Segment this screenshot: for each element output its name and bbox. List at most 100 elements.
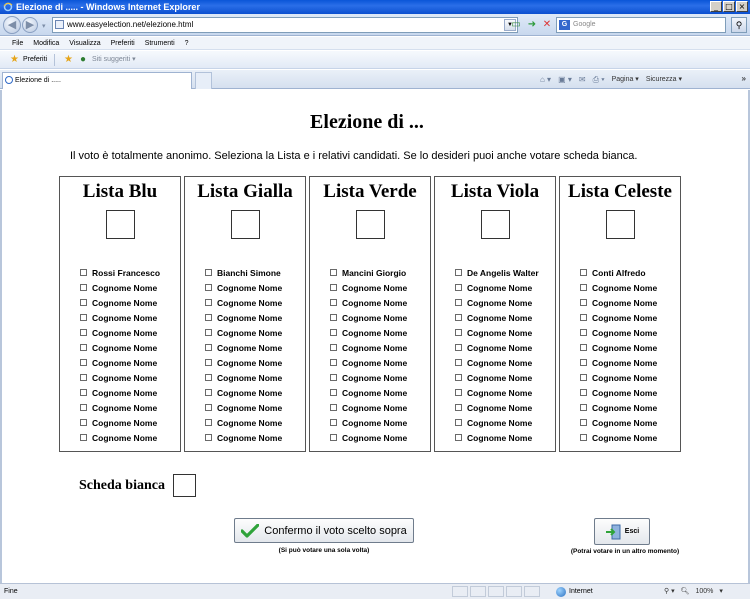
url-field[interactable]: www.easyelection.net/elezione.html ▼ — [52, 17, 518, 33]
candidate-checkbox[interactable] — [205, 269, 212, 276]
add-favorite-icon[interactable]: ★ — [64, 54, 73, 66]
candidate-item[interactable]: Rossi Francesco — [80, 265, 160, 280]
blank-ballot-checkbox[interactable] — [173, 474, 196, 497]
candidate-item[interactable]: Cognome Nome — [205, 415, 282, 430]
candidate-checkbox[interactable] — [205, 284, 212, 291]
candidate-item[interactable]: Cognome Nome — [580, 385, 657, 400]
candidate-item[interactable]: Cognome Nome — [330, 400, 407, 415]
new-tab-button[interactable] — [195, 72, 212, 89]
history-dropdown-icon[interactable]: ▾ — [42, 22, 48, 30]
home-icon[interactable]: ⌂ ▾ — [540, 70, 551, 89]
candidate-checkbox[interactable] — [330, 344, 337, 351]
candidate-item[interactable]: Cognome Nome — [330, 370, 407, 385]
candidate-checkbox[interactable] — [580, 359, 587, 366]
candidate-checkbox[interactable] — [580, 329, 587, 336]
compatibility-icon[interactable]: ▭ — [510, 19, 522, 31]
candidate-item[interactable]: Cognome Nome — [330, 295, 407, 310]
candidate-item[interactable]: Cognome Nome — [580, 355, 657, 370]
candidate-item[interactable]: Cognome Nome — [80, 295, 160, 310]
suggested-sites-icon[interactable]: ● — [80, 54, 86, 66]
zoom-dropdown-icon[interactable]: ▾ — [719, 584, 723, 599]
candidate-item[interactable]: Cognome Nome — [205, 325, 282, 340]
candidate-item[interactable]: Cognome Nome — [80, 370, 160, 385]
candidate-item[interactable]: Cognome Nome — [205, 340, 282, 355]
candidate-checkbox[interactable] — [455, 329, 462, 336]
candidate-item[interactable]: Cognome Nome — [455, 280, 539, 295]
search-button[interactable]: ⚲ — [731, 17, 747, 33]
tab-elezione[interactable]: Elezione di ..... — [2, 72, 192, 89]
menu-preferiti[interactable]: Preferiti — [111, 40, 135, 47]
candidate-item[interactable]: Cognome Nome — [330, 325, 407, 340]
candidate-checkbox[interactable] — [580, 269, 587, 276]
candidate-checkbox[interactable] — [205, 299, 212, 306]
list-select-checkbox[interactable] — [231, 210, 260, 239]
candidate-checkbox[interactable] — [455, 434, 462, 441]
list-select-checkbox[interactable] — [356, 210, 385, 239]
candidate-item[interactable]: Conti Alfredo — [580, 265, 657, 280]
candidate-checkbox[interactable] — [580, 389, 587, 396]
confirm-vote-button[interactable]: Confermo il voto scelto sopra — [234, 518, 414, 543]
refresh-icon[interactable]: ➜ — [526, 19, 538, 31]
menu-file[interactable]: File — [12, 40, 23, 47]
candidate-checkbox[interactable] — [330, 314, 337, 321]
candidate-checkbox[interactable] — [80, 299, 87, 306]
candidate-item[interactable]: Cognome Nome — [580, 340, 657, 355]
candidate-checkbox[interactable] — [205, 359, 212, 366]
candidate-item[interactable]: Cognome Nome — [205, 295, 282, 310]
candidate-checkbox[interactable] — [205, 404, 212, 411]
candidate-checkbox[interactable] — [580, 314, 587, 321]
exit-button[interactable]: Esci — [594, 518, 650, 545]
candidate-checkbox[interactable] — [205, 419, 212, 426]
candidate-checkbox[interactable] — [330, 434, 337, 441]
candidate-checkbox[interactable] — [80, 374, 87, 381]
candidate-checkbox[interactable] — [330, 284, 337, 291]
candidate-checkbox[interactable] — [330, 329, 337, 336]
candidate-checkbox[interactable] — [330, 299, 337, 306]
favorites-button[interactable]: Preferiti — [23, 51, 47, 69]
candidate-item[interactable]: Cognome Nome — [330, 355, 407, 370]
candidate-item[interactable]: Cognome Nome — [205, 430, 282, 445]
list-select-checkbox[interactable] — [481, 210, 510, 239]
candidate-item[interactable]: Cognome Nome — [580, 370, 657, 385]
candidate-item[interactable]: Cognome Nome — [580, 430, 657, 445]
candidate-item[interactable]: Cognome Nome — [80, 325, 160, 340]
menu-modifica[interactable]: Modifica — [33, 40, 59, 47]
candidate-checkbox[interactable] — [580, 284, 587, 291]
candidate-item[interactable]: Cognome Nome — [455, 430, 539, 445]
candidate-item[interactable]: Cognome Nome — [330, 340, 407, 355]
candidate-checkbox[interactable] — [330, 389, 337, 396]
candidate-item[interactable]: Cognome Nome — [455, 310, 539, 325]
candidate-checkbox[interactable] — [580, 434, 587, 441]
candidate-checkbox[interactable] — [205, 374, 212, 381]
candidate-checkbox[interactable] — [330, 374, 337, 381]
zoom-level[interactable]: 100% — [695, 584, 713, 599]
candidate-item[interactable]: Cognome Nome — [80, 310, 160, 325]
candidate-checkbox[interactable] — [205, 314, 212, 321]
candidate-checkbox[interactable] — [455, 344, 462, 351]
candidate-item[interactable]: Cognome Nome — [80, 400, 160, 415]
candidate-item[interactable]: De Angelis Walter — [455, 265, 539, 280]
menu-strumenti[interactable]: Strumenti — [145, 40, 175, 47]
candidate-item[interactable]: Cognome Nome — [580, 400, 657, 415]
stop-icon[interactable]: ✕ — [541, 19, 553, 31]
candidate-checkbox[interactable] — [580, 374, 587, 381]
mail-icon[interactable]: ✉ — [579, 70, 586, 89]
candidate-checkbox[interactable] — [80, 269, 87, 276]
candidate-item[interactable]: Bianchi Simone — [205, 265, 282, 280]
candidate-item[interactable]: Cognome Nome — [580, 295, 657, 310]
candidate-checkbox[interactable] — [80, 404, 87, 411]
candidate-item[interactable]: Cognome Nome — [330, 310, 407, 325]
candidate-item[interactable]: Cognome Nome — [455, 340, 539, 355]
candidate-item[interactable]: Cognome Nome — [80, 415, 160, 430]
candidate-item[interactable]: Cognome Nome — [80, 280, 160, 295]
candidate-item[interactable]: Cognome Nome — [205, 310, 282, 325]
candidate-checkbox[interactable] — [455, 314, 462, 321]
candidate-item[interactable]: Cognome Nome — [455, 400, 539, 415]
candidate-checkbox[interactable] — [205, 389, 212, 396]
candidate-checkbox[interactable] — [80, 344, 87, 351]
candidate-checkbox[interactable] — [80, 434, 87, 441]
candidate-checkbox[interactable] — [580, 404, 587, 411]
candidate-item[interactable]: Cognome Nome — [455, 370, 539, 385]
candidate-checkbox[interactable] — [580, 299, 587, 306]
protected-mode-icon[interactable]: ⚲ ▾ — [664, 584, 675, 599]
